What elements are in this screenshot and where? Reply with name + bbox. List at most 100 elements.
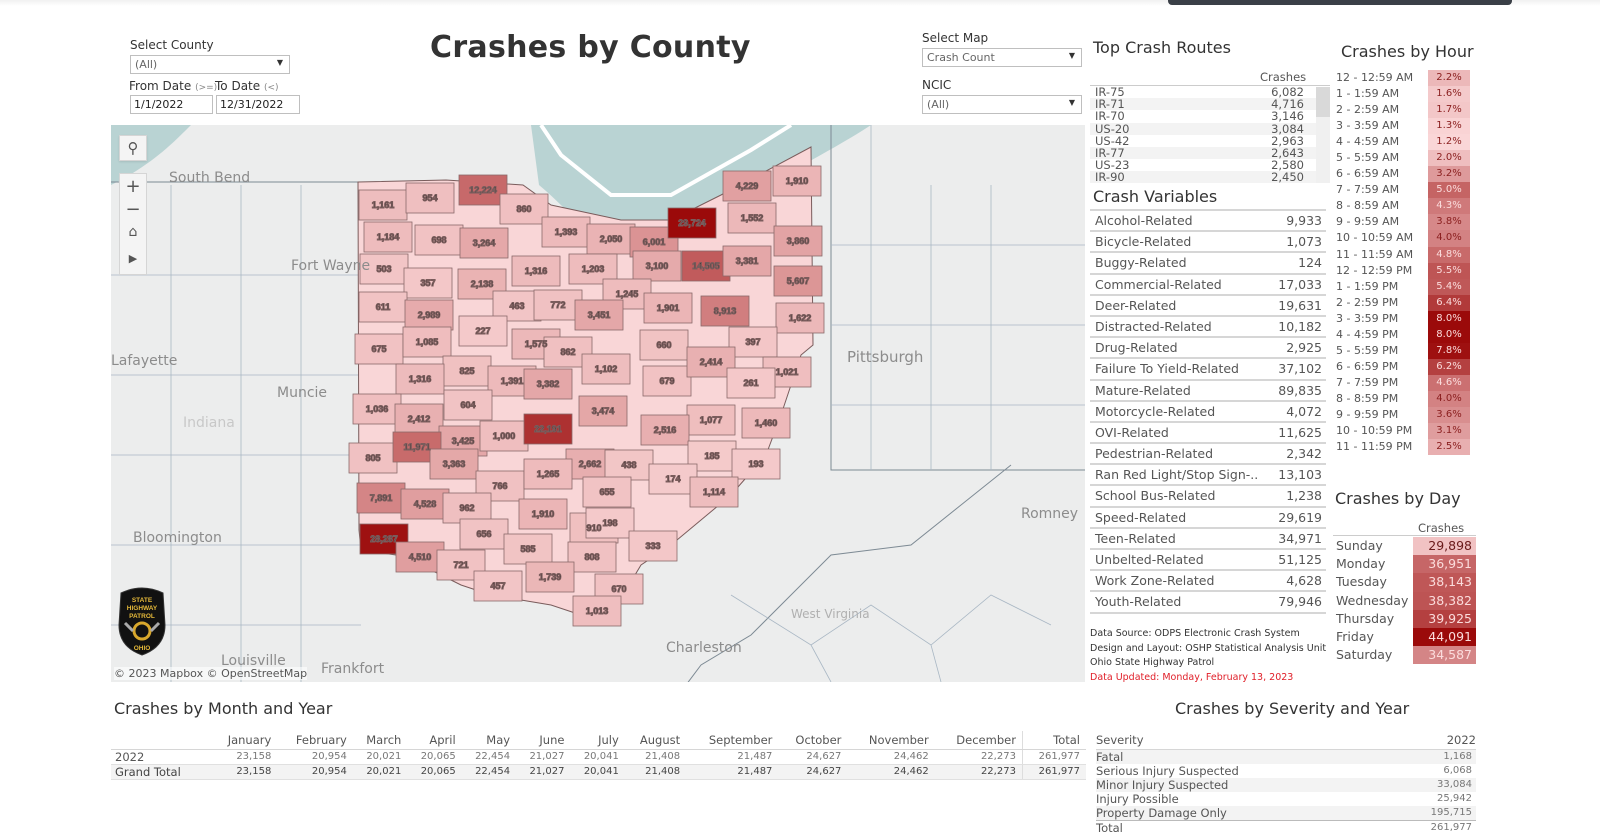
day-row[interactable]: Wednesday 38,382 xyxy=(1333,591,1476,610)
county-value-label: 1,077 xyxy=(700,415,723,425)
county-value-label: 670 xyxy=(611,584,626,594)
day-row[interactable]: Saturday 34,587 xyxy=(1333,646,1476,665)
variable-label: Unbelted-Related xyxy=(1095,552,1204,567)
hour-row[interactable]: 12 - 12:59 AM 2.2% xyxy=(1333,70,1470,87)
hour-pct-cell: 5.4% xyxy=(1428,278,1470,295)
county-value-label: 2,516 xyxy=(654,425,677,435)
hour-row[interactable]: 6 - 6:59 AM 3.2% xyxy=(1333,166,1470,183)
crash-variable-row[interactable]: OVI-Related 11,625 xyxy=(1090,423,1326,445)
hour-row[interactable]: 5 - 5:59 AM 2.0% xyxy=(1333,150,1470,167)
crash-variable-row[interactable]: Mature-Related 89,835 xyxy=(1090,381,1326,402)
to-date-input[interactable]: 12/31/2022 xyxy=(216,95,300,114)
day-row[interactable]: Tuesday 38,143 xyxy=(1333,573,1476,592)
county-value-label: 1,391 xyxy=(501,376,524,386)
crash-variable-row[interactable]: Speed-Related 29,619 xyxy=(1090,508,1326,529)
home-icon: ⌂ xyxy=(128,224,138,240)
month-column-header: June xyxy=(516,731,571,750)
day-row[interactable]: Sunday 29,898 xyxy=(1333,537,1476,556)
crash-variable-row[interactable]: Ran Red Light/Stop Sign-.. 13,103 xyxy=(1090,465,1326,487)
month-table-row: 2022 23,158 20,954 20,021 20,065 22,454 21,027… xyxy=(111,749,1086,765)
crash-variable-row[interactable]: Deer-Related 19,631 xyxy=(1090,296,1326,317)
county-value-label: 503 xyxy=(376,264,391,274)
day-row[interactable]: Friday 44,091 xyxy=(1333,627,1476,647)
crash-variable-row[interactable]: Commercial-Related 17,033 xyxy=(1090,275,1326,296)
crash-variable-row[interactable]: Buggy-Related 124 xyxy=(1090,253,1326,275)
crashes-by-hour-table: 12 - 12:59 AM 2.2% 1 - 1:59 AM 1.6% 2 - 2:59… xyxy=(1333,70,1470,456)
day-label: Tuesday xyxy=(1336,574,1387,590)
day-value-cell: 38,143 xyxy=(1413,573,1476,592)
from-date-input[interactable]: 1/1/2022 xyxy=(130,95,213,114)
severity-title: Crashes by Severity and Year xyxy=(1175,699,1410,718)
crash-variable-row[interactable]: Unbelted-Related 51,125 xyxy=(1090,550,1326,572)
month-value-cell: 20,041 xyxy=(570,764,625,780)
hour-row[interactable]: 7 - 7:59 AM 5.0% xyxy=(1333,182,1470,199)
hour-row[interactable]: 9 - 9:59 AM 3.8% xyxy=(1333,214,1470,231)
crash-variable-row[interactable]: Alcohol-Related 9,933 xyxy=(1090,211,1326,233)
variable-value: 2,925 xyxy=(1286,340,1322,356)
hour-row[interactable]: 1 - 1:59 PM 5.4% xyxy=(1333,278,1470,295)
variable-label: Bicycle-Related xyxy=(1095,234,1192,250)
route-row[interactable]: US-20 3,084 xyxy=(1090,122,1330,135)
scrollbar-thumb[interactable] xyxy=(1316,87,1330,117)
hour-row[interactable]: 6 - 6:59 PM 6.2% xyxy=(1333,358,1470,375)
hour-row[interactable]: 1 - 1:59 AM 1.6% xyxy=(1333,86,1470,103)
hour-row[interactable]: 3 - 3:59 AM 1.3% xyxy=(1333,118,1470,135)
severity-value: 33,084 xyxy=(1384,777,1476,792)
day-value-cell: 44,091 xyxy=(1413,627,1476,647)
hour-row[interactable]: 5 - 5:59 PM 7.8% xyxy=(1333,342,1470,359)
county-value-label: 1,265 xyxy=(537,469,560,479)
county-map[interactable]: 1,161 954 12,224 860 1,393 2,050 6,001 29,724 4,… xyxy=(111,125,1085,682)
map-base: 1,161 954 12,224 860 1,393 2,050 6,001 29,724 4,… xyxy=(111,125,1085,682)
top-routes-title: Top Crash Routes xyxy=(1093,38,1231,57)
hour-label: 6 - 6:59 PM xyxy=(1336,359,1399,373)
hour-row[interactable]: 12 - 12:59 PM 5.5% xyxy=(1333,262,1470,279)
route-row[interactable]: IR-90 2,450 xyxy=(1090,171,1330,183)
crash-variable-row[interactable]: Work Zone-Related 4,628 xyxy=(1090,571,1326,593)
crash-variable-row[interactable]: Youth-Related 79,946 xyxy=(1090,592,1326,614)
hour-row[interactable]: 4 - 4:59 PM 8.0% xyxy=(1333,326,1470,343)
county-value-label: 193 xyxy=(748,459,763,469)
ncic-dropdown[interactable]: (All) ▼ xyxy=(922,95,1082,114)
hour-row[interactable]: 2 - 2:59 PM 6.4% xyxy=(1333,294,1470,311)
zoom-out-button[interactable]: − xyxy=(120,198,146,220)
to-date-label: To Date (<) xyxy=(215,79,279,93)
hour-row[interactable]: 8 - 8:59 PM 4.0% xyxy=(1333,390,1470,407)
variable-label: Commercial-Related xyxy=(1095,276,1222,292)
hour-row[interactable]: 10 - 10:59 AM 4.0% xyxy=(1333,230,1470,247)
county-value-label: 660 xyxy=(656,340,671,350)
hour-row[interactable]: 3 - 3:59 PM 8.0% xyxy=(1333,310,1470,327)
zoom-in-button[interactable]: + xyxy=(120,174,146,198)
county-value-label: 1,000 xyxy=(493,431,516,441)
hour-row[interactable]: 10 - 10:59 PM 3.1% xyxy=(1333,423,1470,440)
hour-row[interactable]: 11 - 11:59 PM 2.5% xyxy=(1333,439,1470,456)
hour-row[interactable]: 11 - 11:59 AM 4.8% xyxy=(1333,246,1470,263)
hour-label: 4 - 4:59 AM xyxy=(1336,135,1400,149)
crash-variable-row[interactable]: Failure To Yield-Related 37,102 xyxy=(1090,359,1326,381)
crash-variable-row[interactable]: Drug-Related 2,925 xyxy=(1090,338,1326,360)
crash-variable-row[interactable]: Teen-Related 34,971 xyxy=(1090,529,1326,550)
day-row[interactable]: Thursday 39,925 xyxy=(1333,609,1476,628)
crash-variable-row[interactable]: Pedestrian-Related 2,342 xyxy=(1090,444,1326,466)
crash-variable-row[interactable]: Distracted-Related 10,182 xyxy=(1090,317,1326,339)
hour-row[interactable]: 4 - 4:59 AM 1.2% xyxy=(1333,134,1470,151)
map-search-button[interactable]: ⚲ xyxy=(119,135,147,161)
routes-scrollbar[interactable] xyxy=(1316,87,1330,183)
county-dropdown[interactable]: (All) ▼ xyxy=(130,55,290,74)
county-value-label: 772 xyxy=(550,300,565,310)
hour-row[interactable]: 8 - 8:59 AM 4.3% xyxy=(1333,198,1470,215)
crash-variable-row[interactable]: Bicycle-Related 1,073 xyxy=(1090,232,1326,254)
county-value-label: 1,910 xyxy=(786,176,809,186)
hour-row[interactable]: 2 - 2:59 AM 1.7% xyxy=(1333,102,1470,119)
map-select-dropdown[interactable]: Crash Count ▼ xyxy=(922,48,1082,67)
toolbar-tab[interactable] xyxy=(1168,0,1512,5)
map-attribution[interactable]: © 2023 Mapbox © OpenStreetMap xyxy=(114,667,308,680)
day-row[interactable]: Monday 36,951 xyxy=(1333,555,1476,574)
data-source: Data Source: ODPS Electronic Crash Syste… xyxy=(1090,628,1300,639)
map-tools-button[interactable]: ▶ xyxy=(120,244,146,272)
reset-map-button[interactable]: ⌂ xyxy=(120,220,146,244)
hour-row[interactable]: 9 - 9:59 PM 3.6% xyxy=(1333,406,1470,424)
hour-row[interactable]: 7 - 7:59 PM 4.6% xyxy=(1333,374,1470,391)
route-row[interactable]: IR-70 3,146 xyxy=(1090,110,1330,122)
crash-variable-row[interactable]: Motorcycle-Related 4,072 xyxy=(1090,402,1326,423)
crash-variable-row[interactable]: School Bus-Related 1,238 xyxy=(1090,486,1326,508)
